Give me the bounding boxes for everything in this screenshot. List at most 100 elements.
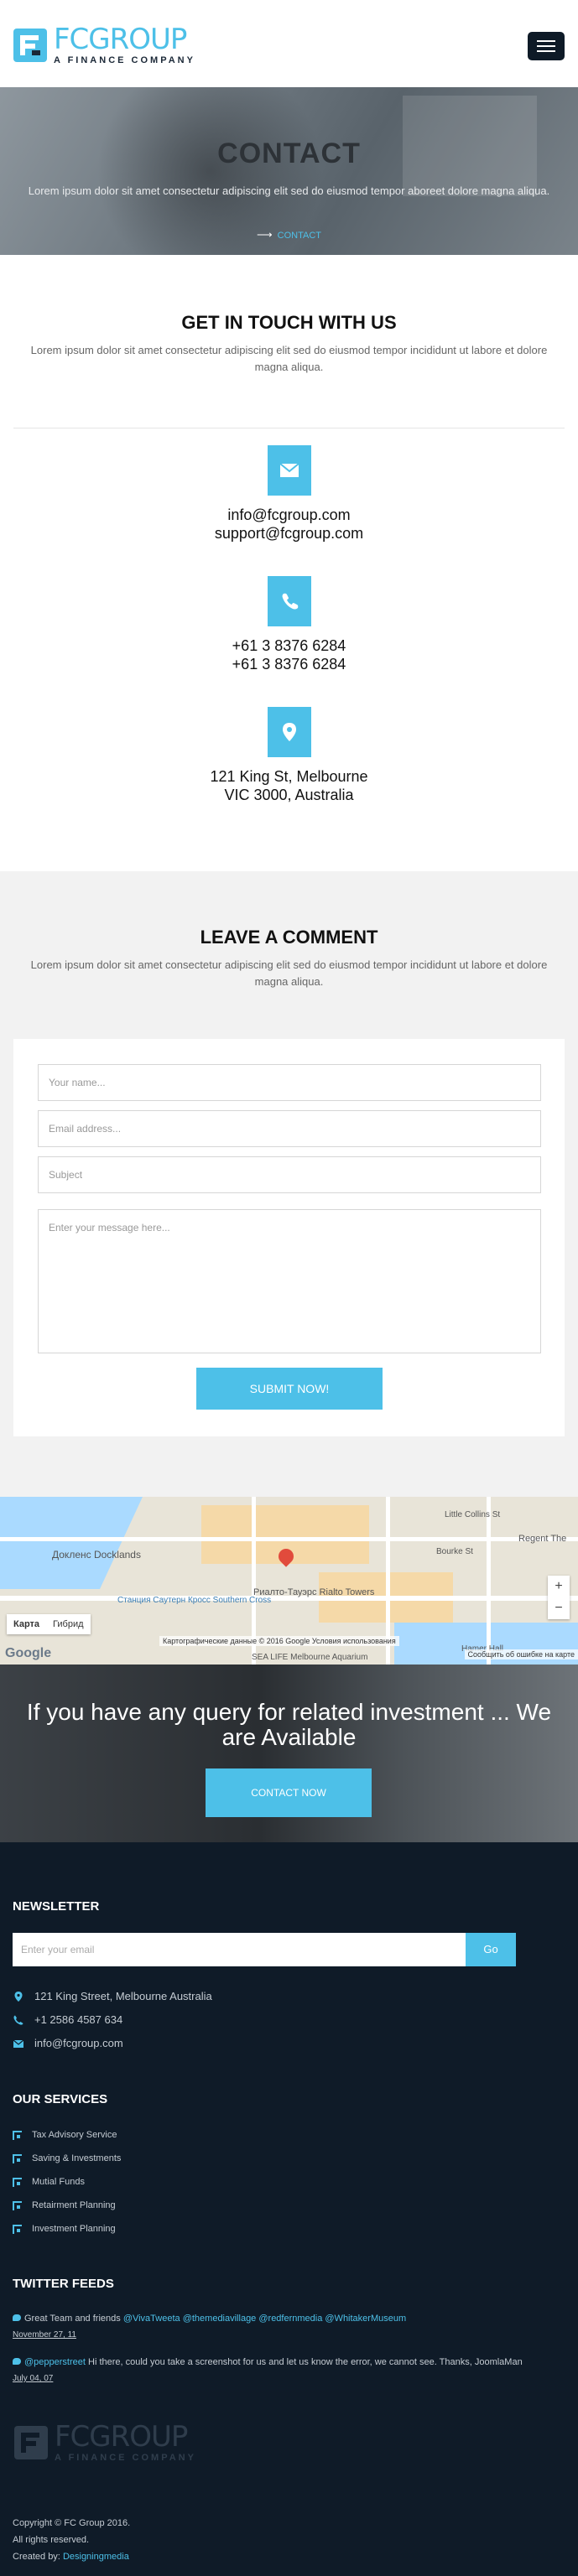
newsletter-title: NEWSLETTER (13, 1899, 100, 1914)
bullet-icon (13, 2177, 22, 2187)
envelope-icon (267, 445, 311, 496)
cta-title: If you have any query for related invest… (26, 1699, 552, 1750)
footer-phone-text[interactable]: +1 2586 4587 634 (34, 2013, 122, 2026)
twitter-title: TWITTER FEEDS (13, 2277, 114, 2291)
email-support[interactable]: support@fcgroup.com (0, 524, 578, 543)
footer-address-text: 121 King Street, Melbourne Australia (34, 1990, 212, 2002)
created-by-link[interactable]: Designingmedia (63, 2552, 129, 2562)
footer-email-text[interactable]: info@fcgroup.com (34, 2037, 123, 2049)
contact-now-button[interactable]: CONTACT NOW (206, 1768, 372, 1817)
newsletter-email-input[interactable]: Enter your email (13, 1933, 466, 1966)
tweet-handles[interactable]: @VivaTweeta @themediavillage @redfernmed… (123, 2314, 406, 2324)
tweet-handle[interactable]: @pepperstreet (24, 2357, 86, 2367)
google-logo: Google (5, 1646, 52, 1660)
get-in-touch-section: GET IN TOUCH WITH US Lorem ipsum dolor s… (0, 255, 578, 804)
email-input[interactable]: Email address... (38, 1110, 541, 1147)
envelope-icon (13, 2038, 24, 2049)
section-description: Lorem ipsum dolor sit amet consectetur a… (30, 344, 548, 373)
address-line-1: 121 King St, Melbourne (210, 768, 368, 785)
contact-address: 121 King St, Melbourne VIC 3000, Austral… (0, 707, 578, 804)
phone-primary[interactable]: +61 3 8376 6284 (0, 636, 578, 655)
submit-button[interactable]: SUBMIT NOW! (196, 1368, 383, 1410)
contact-email: info@fcgroup.com support@fcgroup.com (0, 445, 578, 543)
hero-subtitle: Lorem ipsum dolor sit amet consectetur a… (28, 184, 550, 197)
created-by-label: Created by: (13, 2552, 60, 2562)
map-pin-icon (13, 1991, 24, 2002)
logo-mark-icon (12, 27, 49, 64)
newsletter-go-button[interactable]: Go (466, 1933, 516, 1966)
twitter-icon (13, 2314, 21, 2321)
map-report-link[interactable]: Сообщить об ошибке на карте (464, 1649, 578, 1659)
comment-section: LEAVE A COMMENT Lorem ipsum dolor sit am… (0, 871, 578, 1497)
map-type-map[interactable]: Карта (7, 1614, 46, 1634)
service-item[interactable]: Retairment Planning (13, 2200, 116, 2210)
footer-logo-tagline: A FINANCE COMPANY (55, 2453, 196, 2463)
map-label: Bourke St (436, 1547, 473, 1556)
map-zoom-controls: + − (548, 1576, 570, 1619)
service-item[interactable]: Investment Planning (13, 2224, 116, 2234)
breadcrumb: ⟶ CONTACT (0, 228, 578, 242)
hero-banner: CONTACT Lorem ipsum dolor sit amet conse… (0, 87, 578, 255)
page: FCGROUP A FINANCE COMPANY CONTACT Lorem … (0, 0, 578, 2576)
footer-logo-name: FCGROUP (55, 2420, 188, 2454)
logo[interactable]: FCGROUP A FINANCE COMPANY (12, 25, 195, 65)
name-input[interactable]: Your name... (38, 1064, 541, 1101)
bullet-icon (13, 2130, 22, 2140)
zoom-in-button[interactable]: + (548, 1576, 570, 1597)
message-textarea[interactable]: Enter your message here... (38, 1209, 541, 1353)
bullet-icon (13, 2224, 22, 2234)
service-item[interactable]: Saving & Investments (13, 2153, 121, 2163)
footer-logo[interactable]: FCGROUP A FINANCE COMPANY (13, 2423, 196, 2463)
twitter-icon (13, 2358, 21, 2365)
footer-phone: +1 2586 4587 634 (13, 2013, 122, 2026)
logo-mark-icon (13, 2424, 49, 2461)
comment-description: Lorem ipsum dolor sit amet consectetur a… (30, 958, 548, 988)
service-label: Tax Advisory Service (32, 2130, 117, 2140)
logo-tagline: A FINANCE COMPANY (54, 55, 195, 65)
tweet-item: Great Team and friends @VivaTweeta @them… (13, 2312, 566, 2325)
map-embed[interactable]: Докленс Docklands Станция Саутерн Кросс … (0, 1497, 578, 1665)
comment-title: LEAVE A COMMENT (200, 927, 378, 948)
phone-secondary[interactable]: +61 3 8376 6284 (0, 655, 578, 673)
map-label: SEA LIFE Melbourne Aquarium (252, 1653, 368, 1662)
service-label: Retairment Planning (32, 2200, 116, 2210)
service-item[interactable]: Mutial Funds (13, 2177, 85, 2187)
footer-email: info@fcgroup.com (13, 2037, 123, 2049)
subject-input[interactable]: Subject (38, 1156, 541, 1193)
service-item[interactable]: Tax Advisory Service (13, 2130, 117, 2140)
map-label: Докленс Docklands (52, 1549, 141, 1561)
tweet-text: Great Team and friends (24, 2314, 121, 2324)
map-attribution[interactable]: Картографические данные © 2016 Google Ус… (159, 1636, 399, 1646)
services-title: OUR SERVICES (13, 2092, 108, 2106)
map-label: Риалто-Тауэрс Rialto Towers (253, 1587, 375, 1597)
comment-form: Your name... Email address... Subject En… (13, 1039, 565, 1436)
bullet-icon (13, 2200, 22, 2210)
tweet-date[interactable]: November 27, 11 (13, 2330, 76, 2340)
tweet-date[interactable]: July 04, 07 (13, 2374, 53, 2383)
menu-toggle-button[interactable] (528, 32, 565, 60)
map-label: Little Collins St (445, 1510, 501, 1519)
service-label: Investment Planning (32, 2224, 116, 2234)
map-label: Regent The (518, 1534, 567, 1544)
map-pin-icon (267, 707, 311, 757)
bullet-icon (13, 2153, 22, 2163)
service-label: Saving & Investments (32, 2153, 122, 2163)
tweet-item: @pepperstreet Hi there, could you take a… (13, 2355, 566, 2369)
map-road (0, 1537, 578, 1541)
zoom-out-button[interactable]: − (548, 1597, 570, 1619)
email-primary[interactable]: info@fcgroup.com (0, 506, 578, 524)
phone-icon (13, 2014, 24, 2026)
phone-icon (267, 576, 311, 626)
copyright: Copyright © FC Group 2016. (13, 2518, 131, 2528)
rights: All rights reserved. (13, 2535, 90, 2545)
tweet-text: Hi there, could you take a screenshot fo… (88, 2357, 523, 2367)
footer-address: 121 King Street, Melbourne Australia (13, 1990, 212, 2002)
map-type-switch: Карта Гибрид (7, 1614, 91, 1634)
contact-phone: +61 3 8376 6284 +61 3 8376 6284 (0, 576, 578, 673)
created-by: Created by: Designingmedia (13, 2552, 129, 2562)
site-footer: NEWSLETTER Enter your email Go 121 King … (0, 1842, 578, 2576)
breadcrumb-current[interactable]: CONTACT (278, 231, 321, 241)
map-type-hybrid[interactable]: Гибрид (46, 1614, 90, 1634)
page-title: CONTACT (217, 138, 361, 169)
logo-name: FCGROUP (54, 23, 187, 56)
